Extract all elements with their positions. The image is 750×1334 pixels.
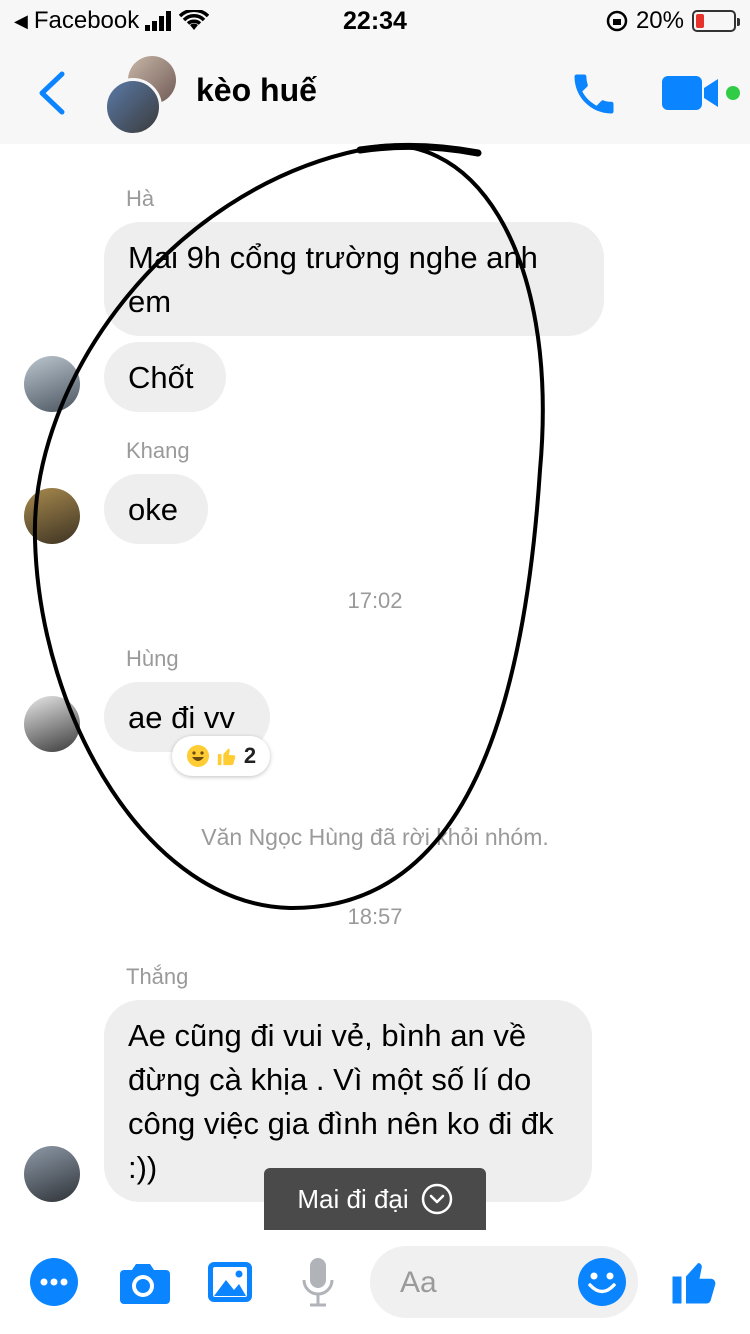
more-options-icon[interactable] bbox=[30, 1258, 78, 1306]
reaction-count: 2 bbox=[243, 743, 257, 768]
sender-avatar[interactable] bbox=[24, 356, 80, 412]
gallery-icon[interactable] bbox=[206, 1260, 254, 1304]
group-avatar-2[interactable] bbox=[104, 78, 162, 136]
back-icon[interactable] bbox=[36, 70, 68, 116]
message-bubble[interactable]: Chốt bbox=[104, 342, 226, 412]
sender-name: Hùng bbox=[126, 646, 179, 671]
message-input-placeholder: Aa bbox=[400, 1266, 437, 1299]
microphone-icon[interactable] bbox=[300, 1256, 336, 1308]
battery-percent: 20% bbox=[635, 7, 684, 34]
reaction-pill[interactable]: 2 bbox=[172, 736, 270, 776]
grinning-face-icon bbox=[186, 745, 209, 767]
timestamp: 18:57 bbox=[347, 904, 403, 929]
battery-icon bbox=[692, 10, 740, 32]
rotation-lock-icon bbox=[606, 10, 628, 32]
sender-avatar[interactable] bbox=[24, 696, 80, 752]
sender-name: Thắng bbox=[126, 964, 189, 989]
camera-icon[interactable] bbox=[116, 1260, 170, 1304]
toast-label: Mai đi đại bbox=[297, 1183, 409, 1214]
sender-avatar[interactable] bbox=[24, 488, 80, 544]
sender-name: Hà bbox=[126, 186, 155, 211]
thumbs-up-reaction-icon bbox=[217, 748, 236, 766]
suggestion-toast[interactable]: Mai đi đại bbox=[264, 1168, 486, 1230]
message-bubble[interactable]: oke bbox=[104, 474, 208, 544]
phone-call-icon[interactable] bbox=[568, 68, 620, 120]
timestamp: 17:02 bbox=[347, 588, 403, 613]
active-status-dot bbox=[726, 86, 740, 100]
sender-avatar[interactable] bbox=[24, 1146, 80, 1202]
system-message: Văn Ngọc Hùng đã rời khỏi nhóm. bbox=[201, 824, 549, 850]
sender-name: Khang bbox=[126, 438, 190, 463]
emoji-icon[interactable] bbox=[578, 1258, 626, 1306]
status-right: 20% bbox=[606, 7, 740, 35]
message-bubble[interactable]: Mai 9h cổng trường nghe anh em bbox=[104, 222, 604, 336]
chevron-down-circle-icon[interactable] bbox=[421, 1183, 453, 1215]
thumbs-up-icon[interactable] bbox=[668, 1254, 722, 1308]
video-call-icon[interactable] bbox=[662, 74, 722, 112]
chat-title[interactable]: kèo huế bbox=[196, 72, 317, 109]
